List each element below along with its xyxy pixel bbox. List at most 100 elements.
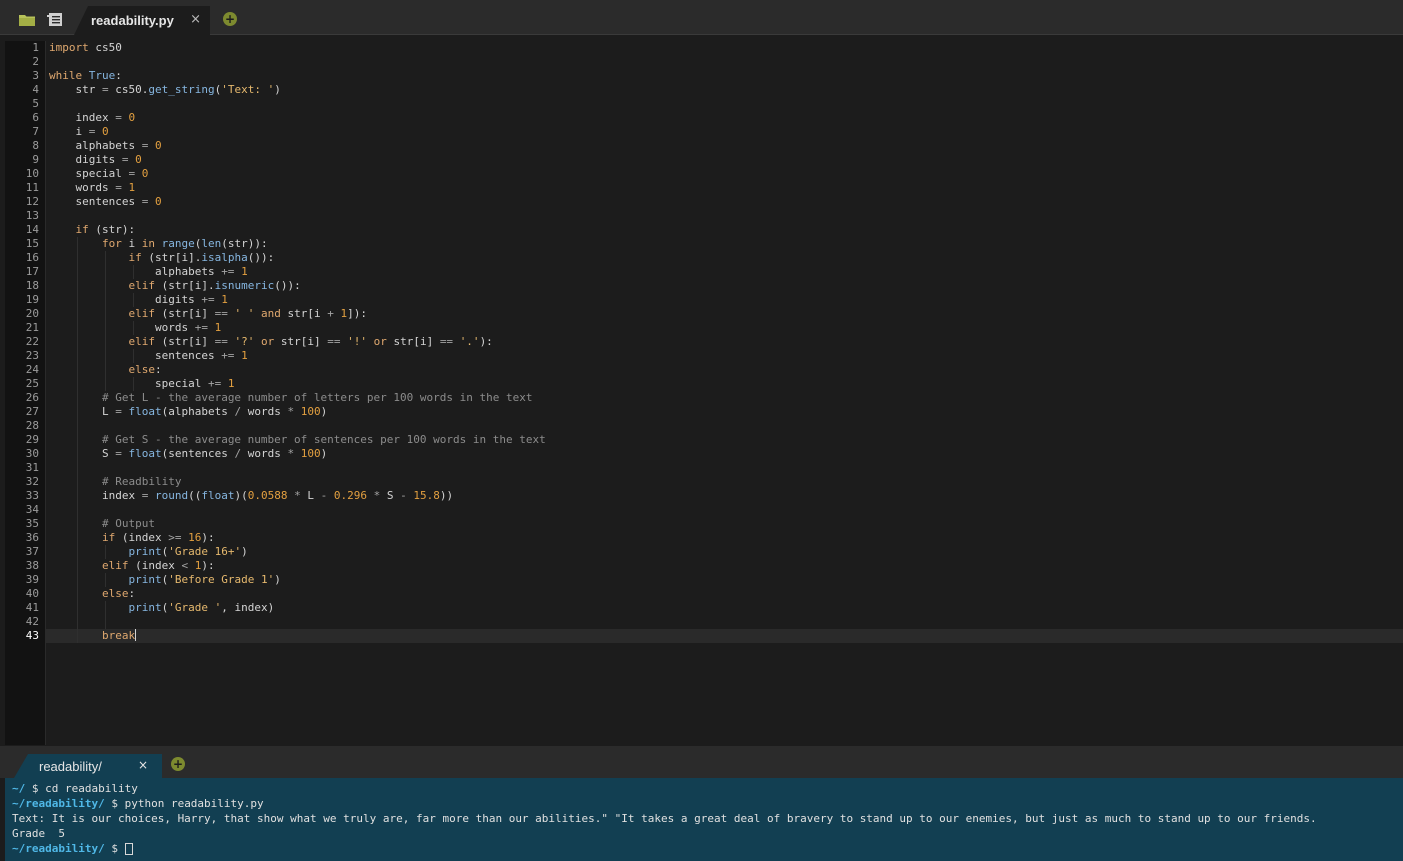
code-line: if (str): (75, 223, 136, 236)
tab-close-icon[interactable]: × (190, 12, 201, 27)
code-line: sentences += 1 (49, 349, 248, 362)
line-number: 40 (25, 587, 39, 600)
code-line: L = float(alphabets / words * 100) (49, 405, 328, 418)
line-number: 5 (32, 97, 39, 110)
line-number: 14 (25, 223, 39, 236)
line-number: 9 (32, 153, 39, 166)
line-number: 35 (25, 517, 39, 530)
code-line: sentences = 0 (49, 195, 162, 208)
terminal-prompt-line[interactable]: ~/readability/ $ (12, 841, 133, 856)
line-number: 39 (25, 573, 39, 586)
code-line: S = float(sentences / words * 100) (49, 447, 328, 460)
editor-tab-readability[interactable]: readability.py × (74, 6, 210, 35)
code-editor[interactable]: 1 2 3 4 5 6 7 8 9 10 11 12 13 14 15 16 17 18 19 20 21 22 23 24 2… (0, 41, 1403, 745)
code-line: elif (index < 1): (101, 559, 215, 572)
code-line: print('Grade 16+') (128, 545, 248, 558)
line-number: 4 (32, 83, 39, 96)
line-number: 1 (32, 41, 39, 54)
active-line-highlight (45, 629, 1403, 643)
line-number: 21 (25, 321, 39, 334)
line-number: 33 (25, 489, 39, 502)
line-number: 31 (25, 461, 39, 474)
code-line: str = cs50.get_string('Text: ') (49, 83, 281, 96)
terminal-line: ~/ $ cd readability (12, 781, 138, 796)
line-number: 26 (25, 391, 39, 404)
code-line: import cs50 (49, 41, 122, 54)
terminal-line-text: $ python readability.py (104, 797, 264, 810)
line-number: 28 (25, 419, 39, 432)
code-line: elif (str[i].isnumeric()): (128, 279, 301, 292)
code-line: special += 1 (49, 377, 235, 390)
terminal-line-text: Grade 5 (12, 827, 65, 840)
line-number: 25 (25, 377, 39, 390)
code-line: words = 1 (49, 181, 136, 194)
new-terminal-button[interactable]: + (171, 757, 185, 771)
line-number: 2 (32, 55, 39, 68)
code-line: if (index >= 16): (101, 531, 215, 544)
line-number: 20 (25, 307, 39, 320)
terminal-line-text: Text: It is our choices, Harry, that sho… (12, 812, 1317, 825)
line-number: 13 (25, 209, 39, 222)
line-number: 42 (25, 615, 39, 628)
line-number: 30 (25, 447, 39, 460)
terminal-tab-bar: readability/ × + (0, 746, 1403, 778)
line-number: 34 (25, 503, 39, 516)
line-number: 29 (25, 433, 39, 446)
line-number: 15 (25, 237, 39, 250)
line-number: 6 (32, 111, 39, 124)
code-line: print('Before Grade 1') (128, 573, 281, 586)
terminal-line-text: $ (104, 842, 125, 855)
line-number: 16 (25, 251, 39, 264)
code-line: elif (str[i] == ' ' and str[i + 1]): (128, 307, 367, 320)
terminal-tab-title: readability/ (39, 759, 102, 774)
code-line: while True: (49, 69, 122, 82)
line-number: 38 (25, 559, 39, 572)
line-number: 11 (25, 181, 39, 194)
line-number: 32 (25, 475, 39, 488)
line-number: 41 (25, 601, 39, 614)
terminal-cursor (124, 843, 133, 855)
code-line: break (101, 629, 137, 642)
editor-tab-bar: readability.py × + (0, 0, 1403, 35)
code-line: index = 0 (49, 111, 136, 124)
folder-icon[interactable] (19, 11, 35, 26)
file-list-icon[interactable] (47, 11, 62, 26)
terminal-line: Text: It is our choices, Harry, that sho… (12, 811, 1317, 826)
line-number: 36 (25, 531, 39, 544)
line-number: 22 (25, 335, 39, 348)
line-number: 18 (25, 279, 39, 292)
code-line: if (str[i].isalpha()): (128, 251, 275, 264)
code-line: else: (101, 587, 136, 600)
code-line: # Output (101, 517, 155, 530)
code-line: words += 1 (49, 321, 222, 334)
code-line: digits = 0 (49, 153, 142, 166)
tab-title: readability.py (91, 13, 174, 28)
line-number: 23 (25, 349, 39, 362)
line-number: 24 (25, 363, 39, 376)
terminal-line-text: $ cd readability (25, 782, 138, 795)
line-number: 37 (25, 545, 39, 558)
code-line: index = round((float)(0.0588 * L - 0.296… (49, 489, 454, 502)
prompt-dir: ~/readability/ (12, 797, 105, 810)
new-tab-button[interactable]: + (223, 12, 237, 26)
code-line: digits += 1 (49, 293, 228, 306)
terminal[interactable]: ~/ $ cd readability ~/readability/ $ pyt… (5, 778, 1403, 861)
code-line: # Get L - the average number of letters … (101, 391, 533, 404)
text-cursor (135, 629, 137, 641)
line-number: 7 (32, 125, 39, 138)
code-line: alphabets += 1 (49, 265, 248, 278)
terminal-line: Grade 5 (12, 826, 65, 841)
line-number: 12 (25, 195, 39, 208)
terminal-tab-close-icon[interactable]: × (138, 758, 148, 772)
code-line: print('Grade ', index) (128, 601, 275, 614)
terminal-line: ~/readability/ $ python readability.py (12, 796, 264, 811)
code-line: special = 0 (49, 167, 149, 180)
line-number: 19 (25, 293, 39, 306)
line-number: 17 (25, 265, 39, 278)
code-line: elif (str[i] == '?' or str[i] == '!' or … (128, 335, 493, 348)
prompt-dir: ~/readability/ (12, 842, 105, 855)
code-line: alphabets = 0 (49, 139, 162, 152)
terminal-tab-readability[interactable]: readability/ × (14, 754, 162, 778)
line-number: 8 (32, 139, 39, 152)
code-line: # Readbility (101, 475, 182, 488)
